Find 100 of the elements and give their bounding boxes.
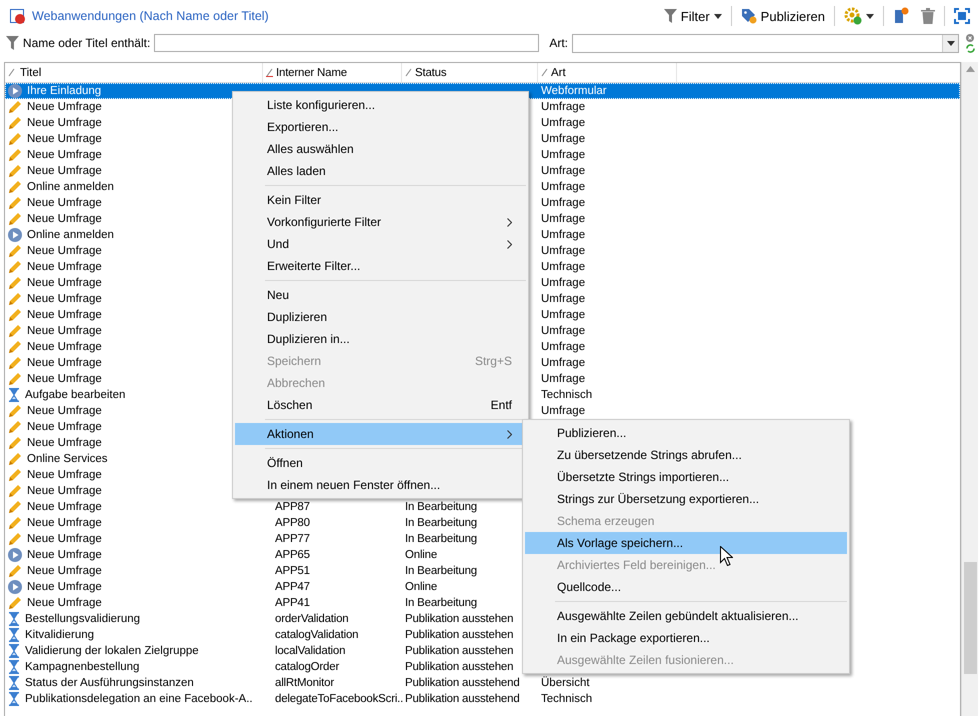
status-cell: Publikation ausstehend xyxy=(405,677,520,689)
title-cell: Neue Umfrage xyxy=(27,149,102,161)
title-cell: Neue Umfrage xyxy=(27,533,102,545)
menu-item[interactable]: Alles auswählen xyxy=(235,138,526,160)
menu-item[interactable]: Quellcode... xyxy=(525,576,847,598)
pencil-icon xyxy=(8,308,22,322)
menu-item[interactable]: Exportieren... xyxy=(235,116,526,138)
status-cell: Publikation ausstehend xyxy=(405,693,520,705)
sort-icon xyxy=(266,68,273,77)
menu-item[interactable]: Als Vorlage speichern... xyxy=(525,532,847,554)
pencil-icon xyxy=(8,164,22,178)
type-cell: Technisch xyxy=(541,389,592,401)
title-cell: Neue Umfrage xyxy=(27,165,102,177)
title-cell: Neue Umfrage xyxy=(27,437,102,449)
menu-item[interactable]: Löschen Entf xyxy=(235,394,526,416)
column-header[interactable]: Art xyxy=(538,63,677,82)
type-cell: Technisch xyxy=(541,693,592,705)
pencil-icon xyxy=(8,516,22,530)
title-cell: Neue Umfrage xyxy=(27,565,102,577)
type-cell: Umfrage xyxy=(541,341,586,353)
scroll-thumb[interactable] xyxy=(964,562,977,674)
title-cell: Online Services xyxy=(27,453,108,465)
title-cell: Neue Umfrage xyxy=(27,373,102,385)
menu-item[interactable]: Und xyxy=(235,233,526,255)
menu-item[interactable]: Zu übersetzende Strings abrufen... xyxy=(525,444,847,466)
title-cell: Aufgabe bearbeiten xyxy=(25,389,126,401)
tag-icon xyxy=(740,8,757,24)
status-cell: In Bearbeitung xyxy=(405,597,478,609)
internal-name-cell: localValidation xyxy=(275,645,346,657)
type-cell: Umfrage xyxy=(541,261,586,273)
type-select[interactable] xyxy=(572,34,959,52)
menu-item[interactable]: Kein Filter xyxy=(235,189,526,211)
pencil-icon xyxy=(8,500,22,514)
title-cell: Neue Umfrage xyxy=(27,245,102,257)
chevron-right-icon xyxy=(507,218,512,226)
menu-item[interactable]: Übersetzte Strings importieren... xyxy=(525,466,847,488)
status-cell: Online xyxy=(405,581,438,593)
internal-name-cell: APP41 xyxy=(275,597,310,609)
title-cell: Neue Umfrage xyxy=(27,293,102,305)
pencil-icon xyxy=(8,340,22,354)
gear-icon xyxy=(844,7,862,25)
type-cell: Umfrage xyxy=(541,229,586,241)
menu-item[interactable]: Strings zur Übersetzung exportieren... xyxy=(525,488,847,510)
pencil-icon xyxy=(8,404,22,418)
menu-item[interactable]: Ausgewählte Zeilen gebündelt aktualisieren... xyxy=(525,605,847,627)
menu-item[interactable]: Duplizieren in... xyxy=(235,328,526,350)
pencil-icon xyxy=(8,196,22,210)
trash-icon xyxy=(921,8,935,24)
type-cell: Umfrage xyxy=(541,405,586,417)
menu-item[interactable]: Duplizieren xyxy=(235,306,526,328)
pencil-icon xyxy=(8,596,22,610)
menu-item[interactable]: Vorkonfigurierte Filter xyxy=(235,211,526,233)
clear-icon[interactable] xyxy=(966,34,974,42)
chevron-right-icon xyxy=(507,240,512,248)
menu-item[interactable]: Öffnen xyxy=(235,452,526,474)
title-cell: Bestellungsvalidierung xyxy=(25,613,140,625)
hourglass-icon xyxy=(8,612,20,626)
title-cell: Neue Umfrage xyxy=(27,101,102,113)
filter-label: Name oder Titel enthält: xyxy=(22,36,150,50)
hourglass-icon xyxy=(8,692,20,706)
menu-item[interactable]: Publizieren... xyxy=(525,422,847,444)
column-header[interactable]: Status xyxy=(402,63,538,82)
pencil-icon xyxy=(8,452,22,466)
type-cell: Umfrage xyxy=(541,357,586,369)
title-cell: Neue Umfrage xyxy=(27,309,102,321)
menu-item[interactable]: Alles laden xyxy=(235,160,526,182)
name-filter-field[interactable] xyxy=(154,34,540,52)
pencil-icon xyxy=(8,324,22,338)
status-cell: In Bearbeitung xyxy=(405,517,478,529)
pencil-icon xyxy=(8,100,22,114)
window-title: Webanwendungen (Nach Name oder Titel) xyxy=(32,9,269,23)
menu-item[interactable]: In ein Package exportieren... xyxy=(525,627,847,649)
column-header[interactable]: Interner Name xyxy=(263,63,402,82)
pencil-icon xyxy=(8,148,22,162)
title-cell: Ihre Einladung xyxy=(27,85,102,97)
hourglass-icon xyxy=(8,628,20,642)
title-cell: Neue Umfrage xyxy=(27,501,102,513)
column-header[interactable]: Titel xyxy=(5,63,263,82)
type-cell: Umfrage xyxy=(541,165,586,177)
play-circle-icon xyxy=(8,548,22,562)
title-cell: Online anmelden xyxy=(27,229,114,241)
scrollbar[interactable] xyxy=(961,62,978,716)
type-cell: Umfrage xyxy=(541,309,586,321)
refresh-icon[interactable] xyxy=(966,44,975,52)
menu-item[interactable]: Erweiterte Filter... xyxy=(235,255,526,277)
menu-item[interactable]: Neu xyxy=(235,284,526,306)
filter-dropdown-button[interactable]: Filter xyxy=(658,6,727,26)
mouse-pointer-icon xyxy=(720,546,733,566)
title-cell: Kampagnenbestellung xyxy=(25,661,140,673)
scroll-up-icon xyxy=(966,66,974,72)
type-cell: Übersicht xyxy=(541,677,590,689)
title-cell: Neue Umfrage xyxy=(27,213,102,225)
pencil-icon xyxy=(8,212,22,226)
internal-name-cell: APP65 xyxy=(275,549,310,561)
publish-button[interactable]: Publizieren xyxy=(736,5,830,27)
menu-item[interactable]: In einem neuen Fenster öffnen... xyxy=(235,474,526,496)
menu-item[interactable]: Liste konfigurieren... xyxy=(235,94,526,116)
title-cell: Publikationsdelegation an eine Facebook-A.. xyxy=(25,693,253,705)
pencil-icon xyxy=(8,532,22,546)
shortcut-label: Strg+S xyxy=(474,354,512,368)
